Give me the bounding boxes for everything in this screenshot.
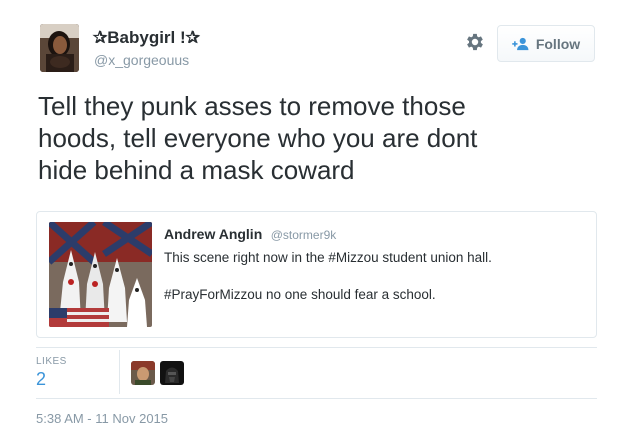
- likes-label: LIKES: [36, 356, 67, 367]
- quoted-tweet-image[interactable]: [49, 222, 152, 327]
- liker-avatar[interactable]: [160, 361, 184, 385]
- tweet-text-line: hide behind a mask coward: [38, 155, 355, 185]
- author-handle[interactable]: @x_gorgeouus: [94, 52, 189, 68]
- tweet-text: Tell they punk asses to remove those hoo…: [38, 90, 598, 186]
- gear-icon[interactable]: [464, 31, 486, 53]
- quoted-tweet-text-line: #PrayForMizzou no one should fear a scho…: [164, 287, 436, 302]
- quoted-tweet-author-handle: @stormer9k: [270, 228, 337, 242]
- quoted-tweet-card[interactable]: Andrew Anglin @stormer9k This scene righ…: [36, 211, 597, 338]
- author-avatar-image: [40, 24, 79, 72]
- tweet-text-line: Tell they punk asses to remove those: [38, 91, 466, 121]
- quoted-tweet-author-name: Andrew Anglin: [164, 226, 263, 242]
- quoted-tweet-author[interactable]: Andrew Anglin @stormer9k: [164, 226, 336, 244]
- likes-count[interactable]: 2: [36, 369, 46, 390]
- author-avatar[interactable]: [40, 24, 79, 72]
- follow-button[interactable]: Follow: [497, 25, 595, 62]
- tweet-text-line: hoods, tell everyone who you are dont: [38, 123, 478, 153]
- follow-person-plus-icon: [512, 37, 529, 50]
- tweet-timestamp[interactable]: 5:38 AM - 11 Nov 2015: [36, 411, 168, 426]
- liker-avatar[interactable]: [131, 361, 155, 385]
- stats-bottom-divider: [36, 398, 597, 399]
- stats-top-divider: [36, 347, 597, 348]
- author-display-name[interactable]: ✰Babygirl !✰: [93, 28, 200, 48]
- stats-separator: [119, 350, 120, 394]
- follow-button-label: Follow: [535, 35, 581, 52]
- quoted-tweet-text-line: This scene right now in the #Mizzou stud…: [164, 250, 492, 265]
